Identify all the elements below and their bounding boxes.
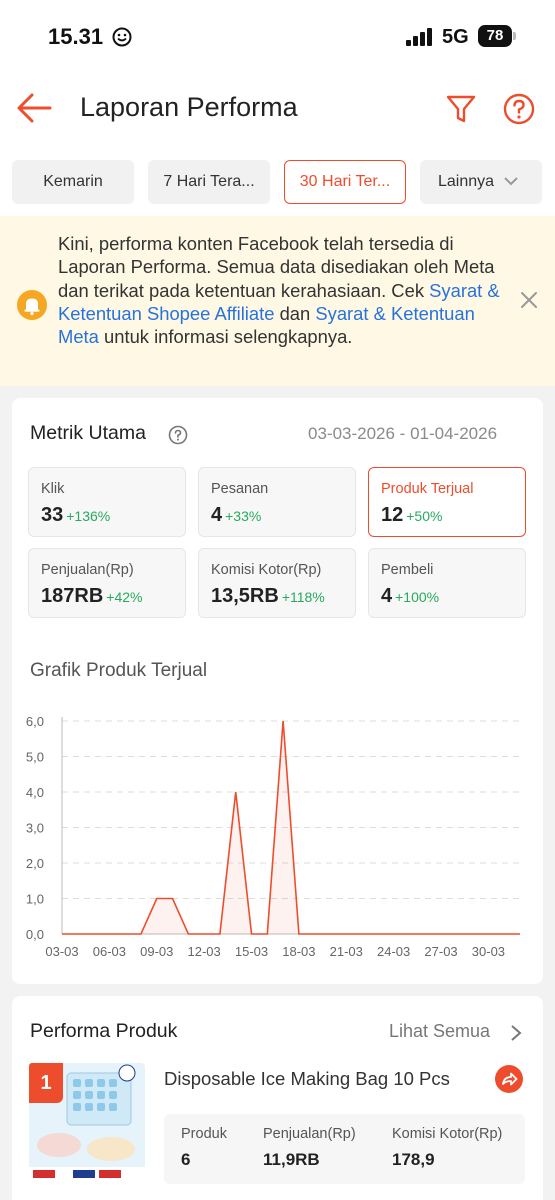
stat-label: Penjualan(Rp) — [263, 1126, 356, 1142]
metric-change: +100% — [395, 589, 440, 605]
tab-7-hari[interactable]: 7 Hari Tera... — [148, 160, 270, 204]
metric-label: Pembeli — [381, 562, 434, 578]
x-tick-label: 03-03 — [45, 944, 78, 959]
help-icon[interactable] — [502, 92, 536, 126]
stat-produk: Produk 6 — [181, 1126, 227, 1170]
share-icon[interactable] — [495, 1065, 523, 1093]
metric-change: +50% — [406, 508, 443, 524]
y-tick-label: 1,0 — [26, 892, 44, 907]
metric-penjualan[interactable]: Penjualan(Rp) 187RB +42% — [28, 548, 186, 618]
stat-komisi-kotor: Komisi Kotor(Rp) 178,9 — [392, 1126, 502, 1170]
y-tick-label: 3,0 — [26, 821, 44, 836]
metric-change: +42% — [106, 589, 143, 605]
metrics-title: Metrik Utama — [30, 422, 146, 444]
stat-label: Komisi Kotor(Rp) — [392, 1126, 503, 1142]
stat-value: 178,9 — [392, 1150, 435, 1169]
x-tick-label: 30-03 — [472, 944, 505, 959]
y-tick-label: 4,0 — [26, 785, 44, 800]
x-tick-label: 24-03 — [377, 944, 410, 959]
chevron-right-icon[interactable] — [510, 1024, 522, 1042]
metric-value: 187RB — [41, 585, 104, 607]
metric-change: +136% — [66, 508, 111, 524]
tab-lainnya[interactable]: Lainnya — [420, 160, 542, 204]
metric-value: 12 — [381, 504, 404, 526]
filter-icon[interactable] — [444, 92, 478, 126]
product-name[interactable]: Disposable Ice Making Bag 10 Pcs — [164, 1068, 486, 1090]
metric-change: +33% — [225, 508, 262, 524]
bell-icon — [17, 290, 47, 320]
tab-kemarin[interactable]: Kemarin — [12, 160, 134, 204]
battery-icon: 78 — [478, 25, 512, 47]
signal-icon — [406, 28, 432, 46]
stat-penjualan: Penjualan(Rp) 11,9RB — [263, 1126, 356, 1170]
x-tick-label: 21-03 — [330, 944, 363, 959]
rank-badge: 1 — [29, 1063, 63, 1103]
metric-value: 4 — [211, 504, 223, 526]
metric-label: Pesanan — [211, 481, 269, 497]
product-section-title: Performa Produk — [30, 1020, 178, 1042]
metric-change: +118% — [281, 589, 325, 605]
metric-klik[interactable]: Klik 33 +136% — [28, 467, 186, 537]
battery-tip — [513, 32, 516, 40]
x-tick-label: 12-03 — [188, 944, 221, 959]
notice-text-part2: dan — [274, 302, 316, 324]
stat-label: Produk — [181, 1126, 227, 1142]
y-tick-label: 6,0 — [26, 714, 44, 729]
date-range-tabs: Kemarin 7 Hari Tera... 30 Hari Ter... La… — [0, 148, 555, 216]
back-arrow-icon[interactable] — [16, 92, 52, 124]
question-icon[interactable] — [168, 425, 188, 445]
metric-pembeli[interactable]: Pembeli 4 +100% — [368, 548, 526, 618]
status-bar: 15.31 5G 78 — [0, 0, 555, 72]
metric-value: 33 — [41, 504, 64, 526]
tab-lainnya-label: Lainnya — [437, 173, 495, 190]
see-all-link[interactable]: Lihat Semua — [389, 1021, 490, 1042]
product-stats: Produk 6 Penjualan(Rp) 11,9RB Komisi Kot… — [164, 1114, 525, 1184]
close-icon[interactable] — [519, 290, 539, 310]
chevron-down-icon — [504, 177, 518, 186]
y-tick-label: 2,0 — [26, 856, 44, 871]
metric-value: 13,5RB — [211, 585, 279, 607]
metric-pesanan[interactable]: Pesanan 4 +33% — [198, 467, 356, 537]
chart-title: Grafik Produk Terjual — [30, 660, 208, 681]
metric-label: Produk Terjual — [381, 481, 474, 497]
network-type: 5G — [442, 26, 469, 48]
page-title: Laporan Performa — [80, 92, 298, 122]
y-tick-label: 0,0 — [26, 927, 44, 942]
metric-komisi-kotor[interactable]: Komisi Kotor(Rp) 13,5RB +118% — [198, 548, 356, 618]
notice-text: Kini, performa konten Facebook telah ter… — [58, 232, 513, 348]
metric-label: Komisi Kotor(Rp) — [211, 562, 322, 578]
smiley-icon — [112, 27, 132, 47]
tab-30-hari[interactable]: 30 Hari Ter... — [284, 160, 406, 204]
stat-value: 11,9RB — [263, 1150, 320, 1169]
x-tick-label: 27-03 — [424, 944, 457, 959]
stat-value: 6 — [181, 1150, 191, 1169]
x-tick-label: 06-03 — [93, 944, 126, 959]
app-header: Laporan Performa — [0, 72, 555, 148]
date-range: 03-03-2026 - 01-04-2026 — [308, 424, 498, 443]
metric-value: 4 — [381, 585, 393, 607]
x-tick-label: 15-03 — [235, 944, 268, 959]
metric-label: Penjualan(Rp) — [41, 562, 134, 578]
metric-produk-terjual[interactable]: Produk Terjual 12 +50% — [368, 467, 526, 537]
notice-text-part3: untuk informasi selengkapnya. — [98, 326, 353, 348]
status-time: 15.31 — [48, 24, 104, 49]
y-tick-label: 5,0 — [26, 750, 44, 765]
metric-label: Klik — [41, 481, 65, 497]
x-tick-label: 18-03 — [282, 944, 315, 959]
sales-chart: 0,0 1,0 2,0 3,0 4,0 5,0 6,0 03-03 06-03 09-03 12-0… — [26, 714, 521, 959]
x-tick-label: 09-03 — [140, 944, 173, 959]
